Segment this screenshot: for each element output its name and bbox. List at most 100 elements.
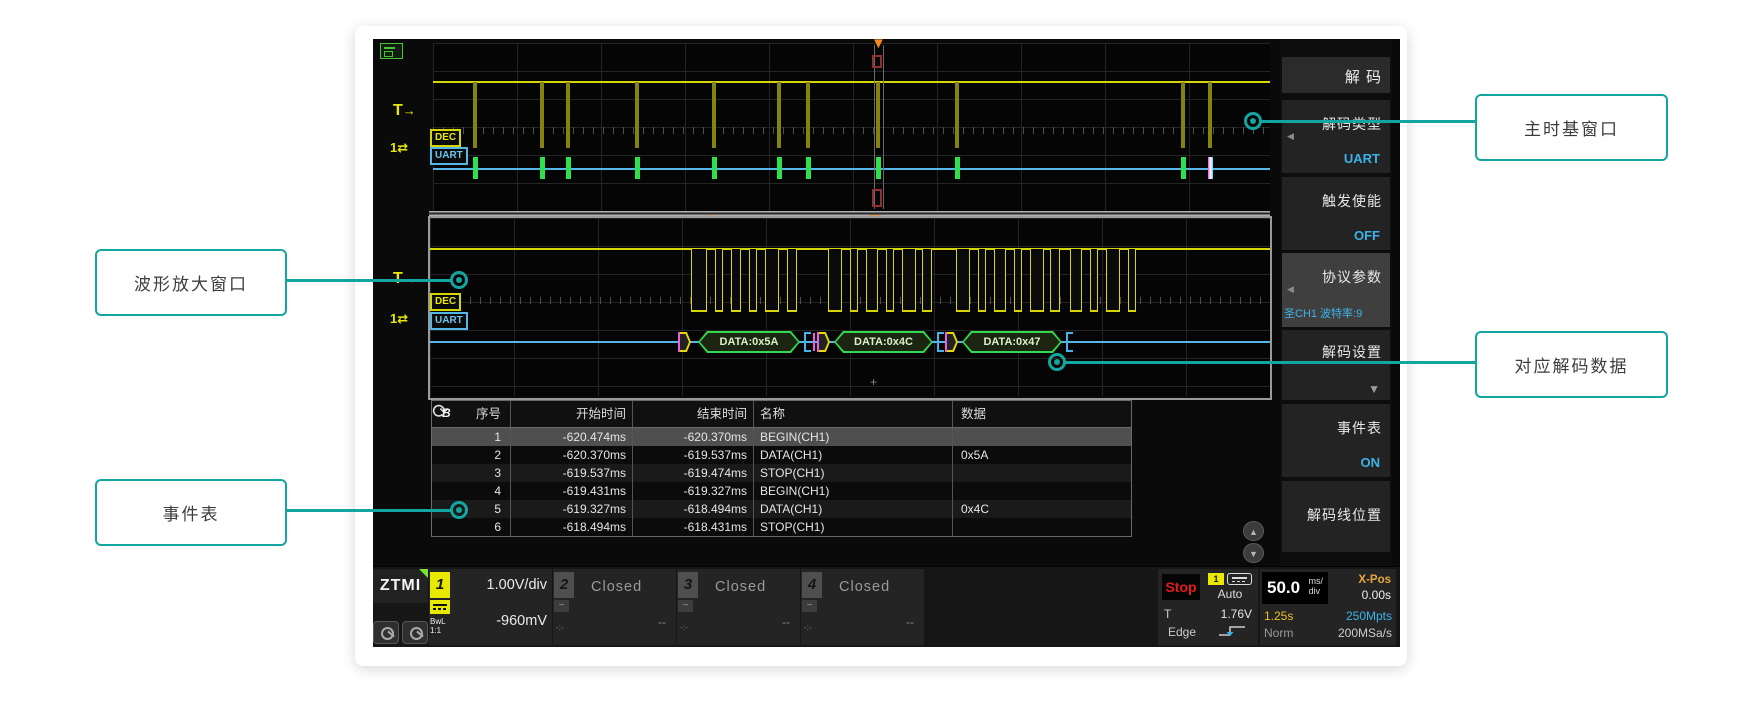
ch1-pulse xyxy=(876,82,880,148)
menu-item-trigger-enable[interactable]: 触发使能 OFF xyxy=(1282,177,1390,250)
uart-low-bit xyxy=(994,249,1006,312)
decode-tick xyxy=(712,157,717,179)
callout-line xyxy=(1064,361,1475,364)
probe-label: -:- xyxy=(556,623,564,632)
channel-2-status: Closed xyxy=(591,579,642,595)
uart-low-bit xyxy=(850,249,858,312)
chevron-up-icon: ▲ xyxy=(1249,527,1258,537)
menu-item-decode-type[interactable]: ◀ 解码类型 UART xyxy=(1282,100,1390,173)
zoom-region-handle-top[interactable] xyxy=(872,55,882,68)
table-row[interactable]: 3-619.537ms-619.474msSTOP(CH1) xyxy=(432,464,1131,482)
menu-item-protocol-params[interactable]: ◀ 协议参数 圣CH1 波特率:9 xyxy=(1282,253,1390,327)
channel-4-block[interactable]: 4 − -:- Closed -- xyxy=(801,569,924,645)
channel-1-badge: 1 xyxy=(430,572,450,598)
uart-low-bit xyxy=(886,249,894,312)
channel-1-scale: 1.00V/div xyxy=(487,577,547,593)
xpos-label: X-Pos xyxy=(1358,574,1391,586)
channel-3-block[interactable]: 3 − -:- Closed -- xyxy=(677,569,800,645)
uart-low-bit xyxy=(715,249,723,312)
callout-dot-event-table xyxy=(450,501,468,519)
screenshot-icon[interactable] xyxy=(380,43,403,59)
bus-icon: ⟳ B xyxy=(435,403,457,425)
channel-2-block[interactable]: 2 − -:- Closed -- xyxy=(553,569,676,645)
menu-arrow-icon: ◀ xyxy=(1287,131,1294,142)
table-row[interactable]: 5-619.327ms-618.494msDATA(CH1)0x4C xyxy=(432,500,1131,518)
decode-tick xyxy=(540,157,545,179)
trigger-type-row: Edge xyxy=(1164,625,1252,639)
uart-low-bit xyxy=(765,249,779,312)
callout-dot-main-timebase xyxy=(1244,112,1262,130)
right-arrow-icon: → xyxy=(403,103,416,118)
callout-decode-data: 对应解码数据 xyxy=(1475,331,1668,398)
decode-tick xyxy=(876,157,881,179)
table-scroll-down-button[interactable]: ▼ xyxy=(1243,543,1264,563)
status-bar: ZTMI 1 BwL1:1 1.00V/div -960mV 2 − -:- C… xyxy=(373,566,1400,647)
decode-line-main xyxy=(433,168,1270,170)
ch1-pulse xyxy=(955,82,959,148)
ch1-pulse xyxy=(635,82,639,148)
callout-zoom-window: 波形放大窗口 xyxy=(95,249,287,316)
table-row[interactable]: 1-620.474ms-620.370msBEGIN(CH1) xyxy=(432,428,1131,446)
uart-low-bit xyxy=(902,249,916,312)
stop-bit-bracket xyxy=(804,332,811,352)
trigger-block[interactable]: Stop 1 Auto T 1.76V Edge xyxy=(1158,569,1258,645)
col-data: 数据 xyxy=(953,401,1131,427)
col-end-time: 结束时间 xyxy=(633,401,754,427)
stop-bit-bracket xyxy=(937,332,944,352)
swap-icon: ⇄ xyxy=(397,140,408,155)
run-stop-status: Stop xyxy=(1162,574,1200,600)
callout-main-timebase: 主时基窗口 xyxy=(1475,94,1668,161)
swap-icon: ⇄ xyxy=(397,311,408,326)
channel-1-block[interactable]: 1 BwL1:1 1.00V/div -960mV xyxy=(429,569,552,645)
probe-label: -:- xyxy=(804,623,812,632)
decode-tick xyxy=(1181,157,1186,179)
channel-marker-main: 1⇄ xyxy=(390,140,408,156)
sample-rate: 200MSa/s xyxy=(1338,626,1392,640)
event-table-header: 序号 开始时间 结束时间 名称 数据 xyxy=(432,401,1131,428)
callout-line xyxy=(283,509,452,512)
touch-icon[interactable] xyxy=(373,621,399,644)
acq-mode: Norm xyxy=(1264,626,1293,640)
ch1-pulse xyxy=(777,82,781,148)
uart-low-bit xyxy=(787,249,797,312)
ch1-trace-high xyxy=(433,81,1270,83)
table-row[interactable]: 4-619.431ms-619.327msBEGIN(CH1) xyxy=(432,482,1131,500)
zoom-region-line-left[interactable] xyxy=(874,45,875,209)
table-row[interactable]: 6-618.494ms-618.431msSTOP(CH1) xyxy=(432,518,1131,536)
channel-4-status: Closed xyxy=(839,579,890,595)
frame-mark xyxy=(813,333,815,351)
table-row[interactable]: 2-620.370ms-619.537msDATA(CH1)0x5A xyxy=(432,446,1131,464)
channel-3-offset: -- xyxy=(782,615,790,629)
window-separator[interactable] xyxy=(429,211,1270,216)
zoom-region-line-right[interactable] xyxy=(883,45,884,209)
uart-tag-zoom: UART xyxy=(430,312,468,330)
channel-3-badge: 3 xyxy=(678,572,698,598)
menu-item-decode-line-position[interactable]: 解码线位置 xyxy=(1282,481,1390,552)
table-scroll-up-button[interactable]: ▲ xyxy=(1243,521,1264,541)
decode-tick xyxy=(955,157,960,179)
dropdown-arrow-icon: ▼ xyxy=(1368,382,1380,396)
uart-low-bit xyxy=(978,249,986,312)
uart-low-bit xyxy=(922,249,932,312)
zoom-region-handle-bottom[interactable] xyxy=(872,189,882,207)
decode-bubble-1: DATA:0x5A xyxy=(698,331,800,353)
decode-bubble-2: DATA:0x4C xyxy=(834,331,933,353)
menu-item-event-table[interactable]: 事件表 ON xyxy=(1282,404,1390,477)
callout-line xyxy=(1260,120,1475,123)
ch1-pulse xyxy=(1208,82,1212,148)
uart-low-bit xyxy=(731,249,741,312)
menu-item-decode-settings[interactable]: 解码设置 ▼ xyxy=(1282,330,1390,400)
coupling-none-icon: − xyxy=(802,600,817,612)
window-length: 1.25s xyxy=(1264,609,1293,623)
uart-low-bit xyxy=(956,249,970,312)
trigger-position-marker[interactable]: ▼ xyxy=(871,39,886,50)
dc-coupling-icon xyxy=(430,600,450,614)
drag-icon[interactable] xyxy=(402,621,428,644)
timebase-block[interactable]: 50.0 ms/div X-Pos 0.00s 1.25s 250Mpts No… xyxy=(1260,569,1396,645)
channel-4-offset: -- xyxy=(906,615,914,629)
trigger-source-badge: 1 xyxy=(1208,573,1224,585)
channel-2-badge: 2 xyxy=(554,572,574,598)
col-name: 名称 xyxy=(754,401,953,427)
trigger-level-row: T 1.76V xyxy=(1164,607,1252,621)
decode-menu: 解 码 ◀ 解码类型 UART 触发使能 OFF ◀ 协议参数 圣CH1 波特率… xyxy=(1280,39,1392,647)
